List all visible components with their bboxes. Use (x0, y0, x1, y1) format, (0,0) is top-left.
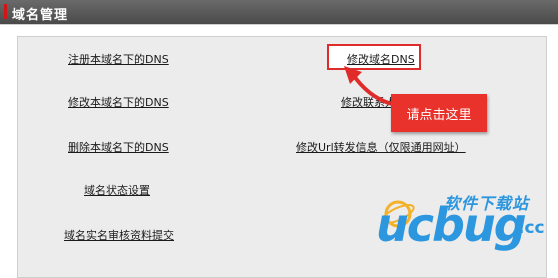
section-header: 域名管理 (0, 0, 558, 25)
modify-dns-link[interactable]: 修改本域名下的DNS (68, 94, 169, 110)
realname-verification-link[interactable]: 域名实名审核资料提交 (64, 227, 174, 243)
header-accent-bar (4, 4, 7, 19)
click-here-callout: 请点击这里 (391, 94, 487, 132)
delete-dns-link[interactable]: 删除本域名下的DNS (68, 139, 169, 155)
callout-text: 请点击这里 (406, 107, 472, 123)
watermark-suffix: .cc (518, 218, 545, 238)
modify-url-forward-link[interactable]: 修改Url转发信息（仅限通用网址） (296, 139, 466, 155)
register-dns-link[interactable]: 注册本域名下的DNS (68, 51, 169, 67)
site-watermark: 软件下载站 ucbug .cc (374, 190, 556, 254)
domain-status-link[interactable]: 域名状态设置 (84, 182, 150, 198)
section-title: 域名管理 (12, 8, 69, 23)
watermark-brand: ucbug (376, 198, 527, 252)
